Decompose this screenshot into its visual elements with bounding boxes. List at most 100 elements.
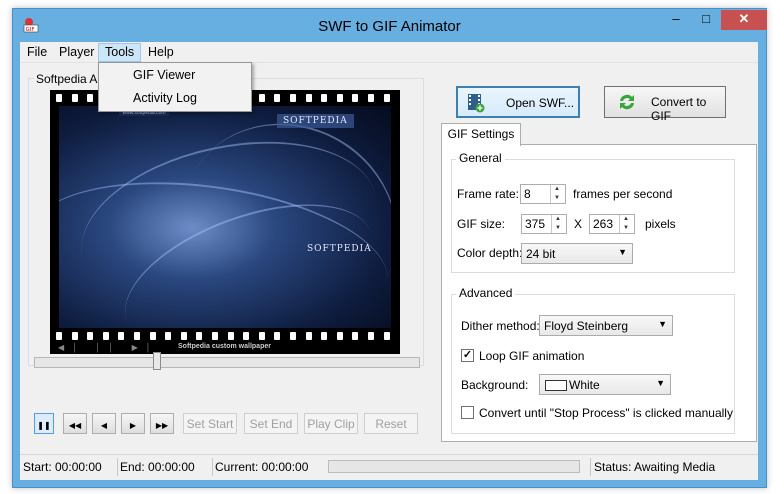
loop-gif-checkbox[interactable]: ✓ [461, 349, 474, 362]
loop-gif-label: Loop GIF animation [479, 349, 585, 363]
film-hole [290, 332, 296, 340]
wallpaper-caption: Softpedia custom wallpaper [178, 343, 271, 350]
film-hole [118, 332, 125, 340]
status-end: End: 00:00:00 [117, 458, 213, 476]
timeline-slider[interactable] [34, 357, 420, 368]
color-depth-select[interactable]: 24 bit ▼ [521, 243, 633, 264]
dither-method-label: Dither method: [461, 319, 540, 333]
convert-arrows-icon [620, 94, 634, 110]
menu-file[interactable]: File [21, 44, 53, 61]
preview-frame: www.softpedia.com SOFTPEDIA SOFTPEDIA [59, 106, 391, 328]
background-color-select[interactable]: White ▼ [539, 374, 671, 395]
gif-height-stepper[interactable]: 263 ▲ ▼ [589, 214, 635, 234]
gif-width-stepper[interactable]: 375 ▲ ▼ [521, 214, 567, 234]
menu-bar: File Player Tools Help [20, 42, 758, 63]
size-times-label: X [574, 217, 583, 231]
menu-help[interactable]: Help [142, 44, 180, 61]
title-bar[interactable]: GIF SWF to GIF Animator – □ ✕ [13, 9, 767, 41]
pause-button[interactable]: ❚❚ [34, 413, 54, 434]
film-hole [87, 94, 94, 102]
convert-until-checkbox[interactable] [461, 406, 474, 419]
film-hole [383, 332, 390, 340]
film-hole [196, 332, 203, 340]
film-hole [383, 94, 390, 102]
film-hole [336, 94, 343, 102]
frame-rate-unit: frames per second [573, 187, 673, 201]
film-hole [102, 332, 109, 340]
reset-button[interactable]: Reset [364, 413, 418, 434]
menu-player[interactable]: Player [53, 44, 100, 61]
window-title: SWF to GIF Animator [318, 18, 461, 35]
chevron-down-icon: ▼ [618, 247, 627, 257]
mini-player-controls: ◀│ ││ ▶│ [58, 343, 159, 352]
film-hole [56, 94, 62, 102]
softpedia-logo-center: SOFTPEDIA [307, 244, 372, 254]
timeline-slider-thumb[interactable] [153, 352, 162, 370]
color-depth-label: Color depth: [457, 246, 523, 260]
film-hole [149, 332, 156, 340]
film-hole [180, 332, 187, 340]
menu-tools[interactable]: Tools [98, 43, 142, 62]
film-hole [321, 332, 328, 340]
film-hole [274, 94, 281, 102]
open-swf-button[interactable]: Open SWF... [456, 86, 580, 118]
fast-forward-button[interactable]: ▶▶ [150, 413, 174, 434]
softpedia-logo-top: SOFTPEDIA [277, 114, 354, 128]
menu-item-activity-log[interactable]: Activity Log [133, 91, 197, 105]
rewind-button[interactable]: ◀◀ [63, 413, 87, 434]
advanced-legend: Advanced [456, 286, 516, 300]
film-hole [165, 332, 172, 340]
film-hole [243, 332, 250, 340]
dither-method-select[interactable]: Floyd Steinberg ▼ [539, 315, 673, 336]
maximize-button[interactable]: □ [691, 10, 721, 30]
general-legend: General [456, 151, 505, 165]
size-unit-label: pixels [645, 217, 676, 231]
film-hole [71, 332, 78, 340]
background-label: Background: [461, 378, 529, 392]
set-start-button[interactable]: Set Start [183, 413, 237, 434]
step-forward-button[interactable]: ▶ [121, 413, 145, 434]
film-hole [321, 94, 328, 102]
convert-until-label: Convert until "Stop Process" is clicked … [479, 406, 733, 420]
film-hole [56, 332, 62, 340]
color-swatch [545, 380, 567, 391]
status-current: Current: 00:00:00 [215, 460, 309, 474]
status-bar: Start: 00:00:00 End: 00:00:00 Current: 0… [20, 454, 758, 479]
film-hole [368, 94, 374, 102]
film-hole [227, 332, 234, 340]
open-swf-label: Open SWF... [506, 96, 575, 110]
frame-rate-label: Frame rate: [457, 187, 520, 201]
film-hole [258, 94, 265, 102]
conversion-progress-bar [328, 460, 580, 473]
film-add-icon [468, 94, 485, 113]
tab-gif-settings[interactable]: GIF Settings [441, 123, 521, 146]
step-back-button[interactable]: ◀ [92, 413, 116, 434]
chevron-down-icon: ▼ [656, 378, 665, 388]
gif-size-label: GIF size: [457, 217, 506, 231]
film-hole [336, 332, 343, 340]
film-hole [352, 94, 359, 102]
play-clip-button[interactable]: Play Clip [304, 413, 358, 434]
film-hole [274, 332, 281, 340]
menu-item-gif-viewer[interactable]: GIF Viewer [133, 68, 195, 82]
film-hole [134, 332, 140, 340]
film-hole [305, 332, 312, 340]
close-button[interactable]: ✕ [721, 10, 767, 30]
status-message: Status: Awaiting Media [590, 458, 754, 476]
film-hole [212, 332, 218, 340]
film-hole [305, 94, 312, 102]
film-strip-bottom [50, 328, 400, 344]
tools-dropdown-menu: GIF Viewer Activity Log [98, 62, 252, 112]
minimize-button[interactable]: – [661, 10, 691, 30]
convert-label: Convert to GIF [651, 95, 707, 123]
chevron-down-icon: ▼ [658, 319, 667, 329]
set-end-button[interactable]: Set End [244, 413, 298, 434]
swf-player[interactable]: www.softpedia.com SOFTPEDIA SOFTPEDIA ◀│… [50, 90, 400, 354]
film-hole [87, 332, 94, 340]
film-hole [290, 94, 296, 102]
film-hole [71, 94, 78, 102]
convert-to-gif-button[interactable]: Convert to GIF [604, 86, 726, 123]
film-hole [368, 332, 374, 340]
gif-settings-panel: General Frame rate: 8 ▲ ▼ frames per seco… [441, 144, 757, 442]
frame-rate-stepper[interactable]: 8 ▲ ▼ [520, 184, 566, 204]
